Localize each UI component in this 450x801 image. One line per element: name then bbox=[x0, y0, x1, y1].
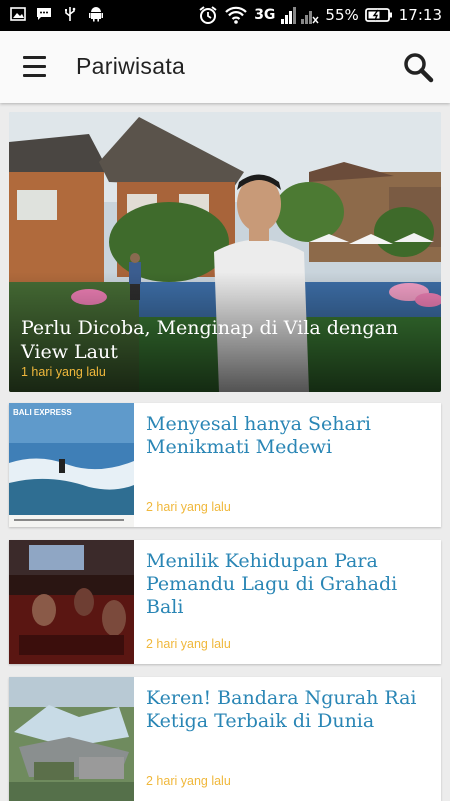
android-icon bbox=[89, 7, 103, 22]
page-title: Pariwisata bbox=[76, 53, 186, 79]
battery-percent: 55% bbox=[325, 6, 359, 24]
article-timestamp: 2 hari yang lalu bbox=[146, 774, 231, 788]
usb-icon bbox=[65, 7, 76, 21]
featured-article-card[interactable]: Perlu Dicoba, Menginap di Vila dengan Vi… bbox=[9, 112, 441, 392]
article-card[interactable]: Menilik Kehidupan Para Pemandu Lagu di G… bbox=[9, 540, 441, 664]
signal-icon bbox=[281, 7, 319, 24]
article-thumbnail: BALI EXPRESS bbox=[9, 403, 134, 527]
featured-article-title[interactable]: Perlu Dicoba, Menginap di Vila dengan Vi… bbox=[21, 316, 421, 364]
article-card[interactable]: BALI EXPRESS Menyesal hanya Sehari Menik… bbox=[9, 403, 441, 527]
article-thumbnail bbox=[9, 540, 134, 664]
wifi-icon bbox=[225, 6, 247, 24]
featured-article-timestamp: 1 hari yang lalu bbox=[21, 365, 106, 379]
article-timestamp: 2 hari yang lalu bbox=[146, 637, 231, 651]
hamburger-menu-icon[interactable] bbox=[18, 53, 52, 81]
search-icon[interactable] bbox=[400, 49, 436, 85]
battery-icon bbox=[364, 8, 392, 22]
network-type: 3G bbox=[254, 7, 276, 23]
article-title[interactable]: Keren! Bandara Ngurah Rai Ketiga Terbaik… bbox=[146, 687, 431, 733]
image-icon bbox=[10, 7, 26, 21]
alarm-icon bbox=[199, 6, 217, 24]
clock: 17:13 bbox=[398, 6, 442, 24]
article-timestamp: 2 hari yang lalu bbox=[146, 500, 231, 514]
status-bar: 3G 55% 17:13 bbox=[0, 0, 450, 31]
app-bar: Pariwisata bbox=[0, 31, 450, 103]
thumb-label: BALI EXPRESS bbox=[13, 408, 72, 417]
article-title[interactable]: Menilik Kehidupan Para Pemandu Lagu di G… bbox=[146, 550, 431, 619]
message-icon bbox=[37, 8, 51, 20]
article-card[interactable]: Keren! Bandara Ngurah Rai Ketiga Terbaik… bbox=[9, 677, 441, 801]
article-title[interactable]: Menyesal hanya Sehari Menikmati Medewi bbox=[146, 413, 431, 459]
article-thumbnail bbox=[9, 677, 134, 801]
